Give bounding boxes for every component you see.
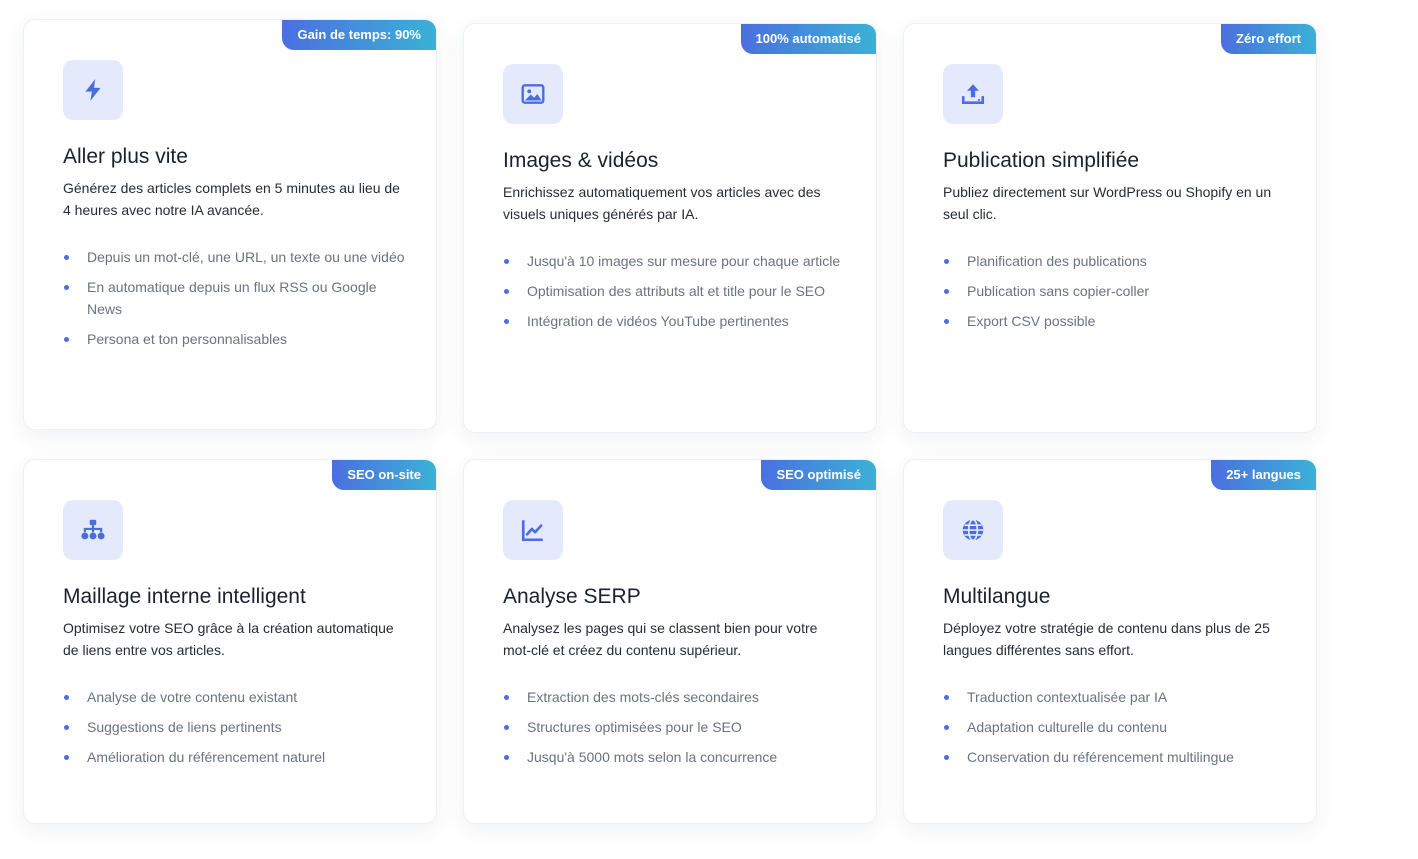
feature-list-item: Jusqu'à 5000 mots selon la concurrence — [503, 746, 848, 768]
feature-card-multilingual: 25+ langues Multilangue Déployez votre s… — [903, 459, 1317, 824]
feature-list-item: Analyse de votre contenu existant — [63, 686, 408, 708]
bullet-icon — [64, 255, 69, 260]
bullet-icon — [504, 319, 509, 324]
bullet-icon — [944, 725, 949, 730]
feature-card-publishing: Zéro effort Publication simplifiée Publi… — [903, 23, 1317, 433]
feature-description: Publiez directement sur WordPress ou Sho… — [943, 184, 1272, 222]
bullet-icon — [64, 337, 69, 342]
feature-list: Planification des publications Publicati… — [943, 250, 1288, 340]
feature-card-speed: Gain de temps: 90% Aller plus vite Génér… — [23, 19, 437, 430]
bolt-icon — [85, 79, 101, 101]
bullet-icon — [944, 289, 949, 294]
feature-title: Publication simplifiée — [943, 149, 1140, 172]
feature-description: Analysez les pages qui se classent bien … — [503, 620, 818, 658]
globe-icon — [962, 518, 984, 542]
feature-icon-container — [943, 64, 1003, 124]
image-icon — [521, 84, 545, 104]
feature-badge: SEO on-site — [332, 460, 436, 490]
feature-description: Générez des articles complets en 5 minut… — [63, 180, 400, 218]
bullet-icon — [64, 695, 69, 700]
feature-list: Jusqu'à 10 images sur mesure pour chaque… — [503, 250, 848, 340]
feature-title: Analyse SERP — [503, 585, 641, 608]
bullet-icon — [944, 259, 949, 264]
feature-list-item: Adaptation culturelle du contenu — [943, 716, 1288, 738]
feature-list-item: Optimisation des attributs alt et title … — [503, 280, 848, 302]
feature-description: Déployez votre stratégie de contenu dans… — [943, 620, 1270, 658]
bullet-icon — [504, 259, 509, 264]
feature-list-item: Publication sans copier-coller — [943, 280, 1288, 302]
sitemap-icon — [81, 519, 105, 540]
feature-list-item: Jusqu'à 10 images sur mesure pour chaque… — [503, 250, 848, 272]
bullet-icon — [504, 289, 509, 294]
feature-list: Analyse de votre contenu existant Sugges… — [63, 686, 408, 776]
bullet-icon — [504, 725, 509, 730]
feature-list-item: Conservation du référencement multilingu… — [943, 746, 1288, 768]
bullet-icon — [504, 695, 509, 700]
feature-badge: SEO optimisé — [761, 460, 876, 490]
feature-list-item: Extraction des mots-clés secondaires — [503, 686, 848, 708]
feature-title: Multilangue — [943, 585, 1051, 608]
feature-badge: Zéro effort — [1221, 24, 1316, 54]
feature-title: Aller plus vite — [63, 145, 188, 168]
feature-list-item: Intégration de vidéos YouTube pertinente… — [503, 310, 848, 332]
feature-description: Optimisez votre SEO grâce à la création … — [63, 620, 394, 658]
bullet-icon — [944, 319, 949, 324]
feature-title: Images & vidéos — [503, 149, 659, 172]
feature-list-item: En automatique depuis un flux RSS ou Goo… — [63, 276, 408, 320]
feature-list-item: Amélioration du référencement naturel — [63, 746, 408, 768]
feature-icon-container — [63, 60, 123, 120]
feature-card-serp: SEO optimisé Analyse SERP Analysez les p… — [463, 459, 877, 824]
feature-icon-container — [503, 64, 563, 124]
features-grid: Gain de temps: 90% Aller plus vite Génér… — [0, 0, 1418, 859]
chart-line-icon — [521, 520, 543, 542]
feature-badge: 25+ langues — [1211, 460, 1316, 490]
bullet-icon — [64, 725, 69, 730]
feature-list-item: Structures optimisées pour le SEO — [503, 716, 848, 738]
feature-card-media: 100% automatisé Images & vidéos Enrichis… — [463, 23, 877, 433]
feature-list-item: Persona et ton personnalisables — [63, 328, 408, 350]
feature-description: Enrichissez automatiquement vos articles… — [503, 184, 821, 222]
bullet-icon — [64, 755, 69, 760]
feature-icon-container — [943, 500, 1003, 560]
feature-list: Traduction contextualisée par IA Adaptat… — [943, 686, 1288, 776]
bullet-icon — [64, 285, 69, 290]
feature-icon-container — [503, 500, 563, 560]
feature-icon-container — [63, 500, 123, 560]
feature-list: Depuis un mot-clé, une URL, un texte ou … — [63, 246, 408, 358]
feature-badge: 100% automatisé — [740, 24, 876, 54]
feature-list-item: Planification des publications — [943, 250, 1288, 272]
feature-list-item: Depuis un mot-clé, une URL, un texte ou … — [63, 246, 408, 268]
bullet-icon — [504, 755, 509, 760]
feature-card-internal-linking: SEO on-site Maillage interne intelligent… — [23, 459, 437, 824]
feature-list-item: Suggestions de liens pertinents — [63, 716, 408, 738]
upload-icon — [961, 84, 985, 104]
bullet-icon — [944, 695, 949, 700]
feature-title: Maillage interne intelligent — [63, 585, 306, 608]
feature-list-item: Export CSV possible — [943, 310, 1288, 332]
feature-badge: Gain de temps: 90% — [282, 20, 436, 50]
bullet-icon — [944, 755, 949, 760]
feature-list: Extraction des mots-clés secondaires Str… — [503, 686, 848, 776]
feature-list-item: Traduction contextualisée par IA — [943, 686, 1288, 708]
